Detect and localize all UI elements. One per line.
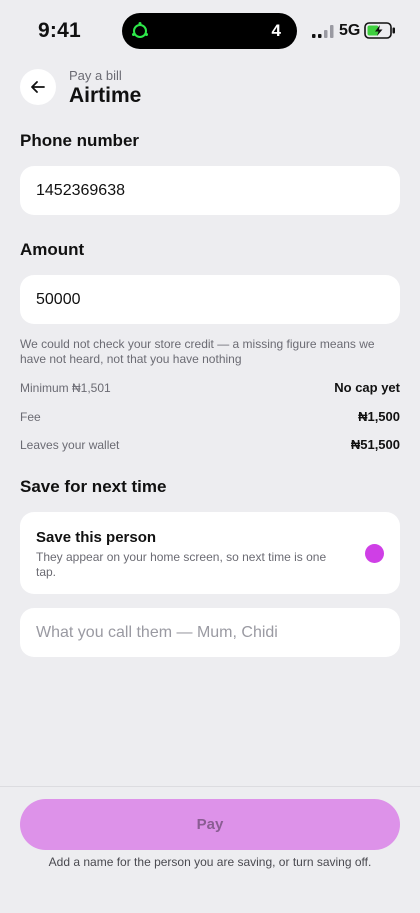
amount-card [20, 275, 400, 324]
status-time: 9:41 [38, 19, 81, 42]
amount-label: Amount [20, 240, 85, 259]
status-bar: 9:41 4 5G [0, 0, 420, 62]
wallet-total-value: ₦51,500 [350, 437, 400, 452]
save-person-toggle[interactable] [365, 544, 384, 563]
network-label: 5G [339, 22, 361, 39]
nickname-card [20, 608, 400, 657]
minimum-row: Minimum ₦1,501 No cap yet [20, 380, 400, 395]
save-person-card[interactable]: Save this person They appear on your hom… [20, 512, 400, 594]
wallet-total-label: Leaves your wallet [20, 438, 120, 452]
fee-label: Fee [20, 410, 41, 424]
cellular-signal-icon [312, 25, 334, 38]
minimum-label: Minimum ₦1,501 [20, 381, 111, 395]
header-subtitle: Pay a bill [69, 68, 122, 83]
island-count: 4 [271, 21, 281, 40]
bottom-action-bar: Pay Add a name for the person you are sa… [0, 786, 420, 913]
activity-ring-icon [132, 22, 148, 38]
fee-value: ₦1,500 [358, 409, 400, 424]
store-credit-note: We could not check your store credit — a… [20, 337, 375, 366]
phone-number-input[interactable] [20, 166, 400, 215]
phone-number-card [20, 166, 400, 215]
save-section-label: Save for next time [20, 477, 167, 496]
amount-input[interactable] [20, 275, 400, 324]
nickname-input[interactable] [20, 608, 400, 657]
phone-number-label: Phone number [20, 131, 140, 150]
fee-row: Fee ₦1,500 [20, 409, 400, 424]
battery-charging-icon [364, 22, 395, 39]
pay-button[interactable]: Pay [20, 799, 400, 850]
save-person-title: Save this person [36, 529, 157, 546]
back-button[interactable] [20, 69, 56, 105]
arrow-left-icon [31, 81, 45, 93]
dynamic-island: 4 [122, 13, 297, 49]
wallet-total-row: Leaves your wallet ₦51,500 [20, 437, 400, 452]
save-person-description: They appear on your home screen, so next… [36, 550, 327, 579]
minimum-value: No cap yet [334, 380, 400, 395]
page-title: Airtime [69, 84, 142, 107]
pay-hint: Add a name for the person you are saving… [48, 855, 372, 869]
